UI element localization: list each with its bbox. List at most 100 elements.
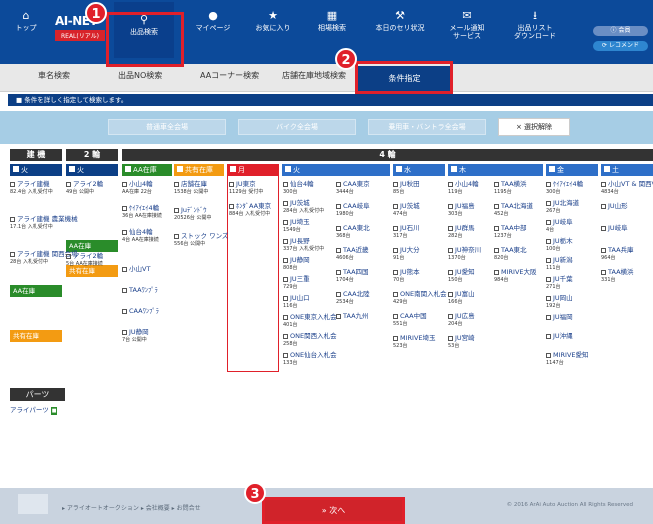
checkbox-icon[interactable] (174, 181, 179, 187)
auction-entry[interactable]: JU新潟 111台 (546, 256, 573, 272)
auction-entry[interactable]: ONE関西入札会 258台 (283, 332, 337, 348)
auction-entry[interactable]: JU岡山 192台 (546, 294, 573, 310)
checkbox-icon[interactable] (10, 181, 15, 187)
checkbox-icon[interactable] (283, 333, 288, 339)
checkbox-icon[interactable] (122, 205, 127, 211)
checkbox-icon[interactable] (283, 238, 288, 244)
auction-entry[interactable]: 小山VT & 関西VT4834台 (601, 180, 653, 196)
checkbox-icon[interactable] (229, 203, 234, 209)
auction-entry[interactable]: ｹｲｱｲｴｲ4輪 300台 (546, 180, 583, 196)
tab-store-region[interactable]: 店舗在庫地域検索 (282, 70, 346, 81)
auction-entry[interactable]: JU石川 317台 (393, 224, 420, 240)
auction-entry[interactable]: JU岐阜 (601, 224, 628, 232)
nav-mail-service[interactable]: ✉ メール通知 サービス (442, 10, 492, 41)
auction-entry[interactable]: JU神奈川 1370台 (448, 246, 481, 262)
auction-entry[interactable]: TAA四国 1704台 (336, 268, 369, 284)
checkbox-icon[interactable] (336, 225, 341, 231)
checkbox-icon[interactable] (336, 247, 341, 253)
checkbox-icon[interactable] (122, 308, 127, 314)
auction-entry[interactable]: JU茨城 474台 (393, 202, 420, 218)
auction-entry[interactable]: TAA九州 (336, 312, 369, 320)
auction-entry[interactable]: アライ建機 農業機械 17.1台 入札受付中 (10, 215, 78, 231)
auction-entry[interactable]: JU福島 303台 (448, 202, 475, 218)
checkbox-icon[interactable] (69, 166, 75, 172)
clear-selection-button[interactable]: × 選択解除 (498, 118, 570, 136)
nav-list-download[interactable]: ⭳ 出品リスト ダウンロード (505, 10, 565, 41)
checkbox-icon[interactable] (393, 291, 398, 297)
recommend-pill[interactable]: ⟳ レコメンド (593, 41, 648, 51)
auction-entry[interactable]: CAA岐阜 1980台 (336, 202, 370, 218)
auction-entry[interactable]: ONE仙台入札会 133台 (283, 351, 337, 367)
auction-entry[interactable]: MIRIVE大阪 984台 (494, 268, 537, 284)
auction-entry[interactable]: CAA東京 3444台 (336, 180, 370, 196)
auction-entry[interactable]: MIRIVE埼玉 523台 (393, 334, 436, 350)
nav-today-auction[interactable]: ⚒ 本日のセリ状況 (365, 10, 435, 33)
auction-entry[interactable]: JU岐阜 4台 (546, 218, 573, 234)
auction-entry[interactable]: 仙台4輪 4台 AA在庫接続 (122, 228, 159, 244)
nav-market-search[interactable]: ▦ 相場検索 (307, 10, 357, 33)
auction-entry[interactable]: JU茨城 284台 入札受付中 (283, 199, 324, 215)
auction-entry[interactable]: 店舗在庫 1538台 公開中 (174, 180, 208, 196)
auction-entry[interactable]: TAA北海道 452台 (494, 202, 533, 218)
checkbox-icon[interactable] (546, 238, 551, 244)
auction-entry[interactable]: JU東京 1129台 受付中 (229, 180, 263, 196)
checkbox-icon[interactable] (393, 225, 398, 231)
parts-entry[interactable]: アライパーツ ■ (10, 406, 58, 415)
auction-entry[interactable]: ﾎﾝﾀﾞAA東京 884台 入札受付中 (229, 202, 271, 218)
checkbox-icon[interactable] (546, 181, 551, 187)
checkbox-icon[interactable] (393, 203, 398, 209)
checkbox-icon[interactable] (336, 291, 341, 297)
checkbox-icon[interactable] (601, 181, 606, 187)
checkbox-icon[interactable] (283, 219, 288, 225)
nav-top[interactable]: ⌂ トップ (10, 10, 42, 33)
auction-entry[interactable]: CAAﾜﾝﾌﾟﾗ (122, 307, 159, 315)
checkbox-icon[interactable] (549, 166, 555, 172)
checkbox-icon[interactable] (66, 253, 71, 259)
auction-entry[interactable]: JU千葉 271台 (546, 275, 573, 291)
checkbox-icon[interactable] (10, 216, 15, 222)
auction-entry[interactable]: JU熊本 70台 (393, 268, 420, 284)
checkbox-icon[interactable] (177, 166, 183, 172)
checkbox-icon[interactable] (122, 181, 127, 187)
auction-entry[interactable]: JU静岡 808台 (283, 256, 310, 272)
checkbox-icon[interactable] (448, 225, 453, 231)
checkbox-icon[interactable] (283, 200, 288, 206)
auction-entry[interactable]: 小山4輪 119台 (448, 180, 479, 196)
auction-entry[interactable]: TAA近畿 4606台 (336, 246, 369, 262)
checkbox-icon[interactable] (546, 276, 551, 282)
checkbox-icon[interactable] (283, 276, 288, 282)
checkbox-icon[interactable] (336, 181, 341, 187)
nav-favorites[interactable]: ★ お気に入り (248, 10, 298, 33)
checkbox-icon[interactable] (393, 181, 398, 187)
checkbox-icon[interactable] (546, 219, 551, 225)
checkbox-icon[interactable] (448, 203, 453, 209)
checkbox-icon[interactable] (122, 266, 127, 272)
checkbox-icon[interactable] (494, 225, 499, 231)
checkbox-icon[interactable] (122, 329, 127, 335)
checkbox-icon[interactable] (448, 269, 453, 275)
checkbox-icon[interactable] (546, 352, 551, 358)
checkbox-icon[interactable] (448, 181, 453, 187)
auction-entry[interactable]: CAA中国 551台 (393, 312, 427, 328)
checkbox-icon[interactable] (283, 314, 288, 320)
auction-entry[interactable]: TAA中部 1237台 (494, 224, 527, 240)
auction-entry[interactable]: JU愛知 150台 (448, 268, 475, 284)
checkbox-icon[interactable] (393, 247, 398, 253)
checkbox-icon[interactable] (336, 269, 341, 275)
auction-entry[interactable]: JU長野 337台 入札受付中 (283, 237, 324, 253)
checkbox-icon[interactable] (125, 166, 131, 172)
checkbox-icon[interactable] (601, 203, 606, 209)
auction-entry[interactable]: TAA東北 820台 (494, 246, 527, 262)
auction-entry[interactable]: JU富山 166台 (448, 290, 475, 306)
checkbox-icon[interactable] (601, 247, 606, 253)
checkbox-icon[interactable] (448, 313, 453, 319)
auction-entry[interactable]: アライ2輪 49台 公開中 (66, 180, 103, 196)
checkbox-icon[interactable] (604, 166, 610, 172)
footer-links[interactable]: ▸ アライオートオークション ▸ 会社概要 ▸ お問合せ (62, 503, 201, 512)
checkbox-icon[interactable] (601, 225, 606, 231)
tab-car-name[interactable]: 車名検索 (38, 70, 70, 81)
auction-entry[interactable]: JU秋田 85台 (393, 180, 420, 196)
auction-entry[interactable]: ONE東京入札会 401台 (283, 313, 337, 329)
auction-entry[interactable]: TAA兵庫 964台 (601, 246, 634, 262)
checkbox-icon[interactable] (451, 166, 457, 172)
